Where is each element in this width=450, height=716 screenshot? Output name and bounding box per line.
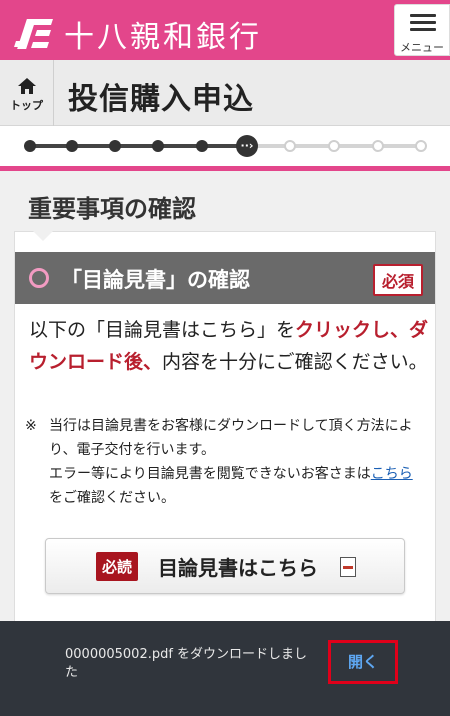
card-notch [33,231,53,241]
step-dot-pending [415,140,427,152]
menu-button[interactable]: メニュー [394,4,450,56]
step-dot-completed [152,140,164,152]
bank-name: 十八親和銀行 [64,20,262,55]
bank-logo[interactable]: 十八親和銀行 [14,12,262,56]
home-label: トップ [10,99,43,112]
notice-text-3: をご確認ください。 [49,490,175,506]
notice-link[interactable]: こちら [371,466,413,482]
card-title: 「目論見書」の確認 [61,268,250,292]
circle-status-icon [29,268,49,288]
prospectus-card: 「目論見書」の確認 必須 以下の「目論見書はこちら」をクリックし、ダウンロード後… [14,231,436,631]
notice-mark: ※ [25,418,37,434]
step-dot-current: ··› [236,135,258,157]
prospectus-button[interactable]: 必読 目論見書はこちら [45,538,405,594]
step-dot-completed [196,140,208,152]
stepper-line-completed [30,144,246,148]
title-bar: トップ 投信購入申込 [0,60,450,126]
notice-text: 当行は目論見書をお客様にダウンロードして頂く方法により、電子交付を行います。 [49,418,413,458]
page-title: 投信購入申込 [68,82,254,117]
open-file-button[interactable]: 開く [328,640,398,684]
step-dot-pending [372,140,384,152]
required-badge: 必須 [372,264,423,296]
download-message: 0000005002.pdf をダウンロードしました [65,647,308,680]
step-dot-completed [24,140,36,152]
step-dot-completed [109,140,121,152]
home-icon [18,78,36,94]
notice-text-2: エラー等により目論見書を閲覧できないお客さまは [49,466,371,482]
download-toast: 0000005002.pdf をダウンロードしました 開く [0,621,450,716]
progress-stepper: ··› [0,126,450,166]
section-heading: 重要事項の確認 [28,195,196,223]
instruction-pre: 以下の「目論見書はこちら」を [29,319,296,341]
hamburger-icon [410,14,436,35]
step-dot-completed [66,140,78,152]
prospectus-button-label: 目論見書はこちら [158,556,318,580]
card-header: 「目論見書」の確認 必須 [15,252,435,304]
instruction-text: 以下の「目論見書はこちら」をクリックし、ダウンロード後、内容を十分にご確認くださ… [29,314,429,378]
step-dot-pending [328,140,340,152]
home-button[interactable]: トップ [0,60,54,126]
must-read-badge: 必読 [96,552,139,581]
instruction-post: 内容を十分にご確認ください。 [162,351,428,373]
main-content: 重要事項の確認 「目論見書」の確認 必須 以下の「目論見書はこちら」をクリックし… [0,171,450,631]
bank-logo-mark-icon [14,17,58,51]
menu-label: メニュー [400,41,444,54]
notice: ※ 当行は目論見書をお客様にダウンロードして頂く方法により、電子交付を行います。… [25,414,425,510]
pdf-file-icon [340,557,356,577]
app-header: 十八親和銀行 メニュー [0,0,450,60]
step-dot-pending [284,140,296,152]
